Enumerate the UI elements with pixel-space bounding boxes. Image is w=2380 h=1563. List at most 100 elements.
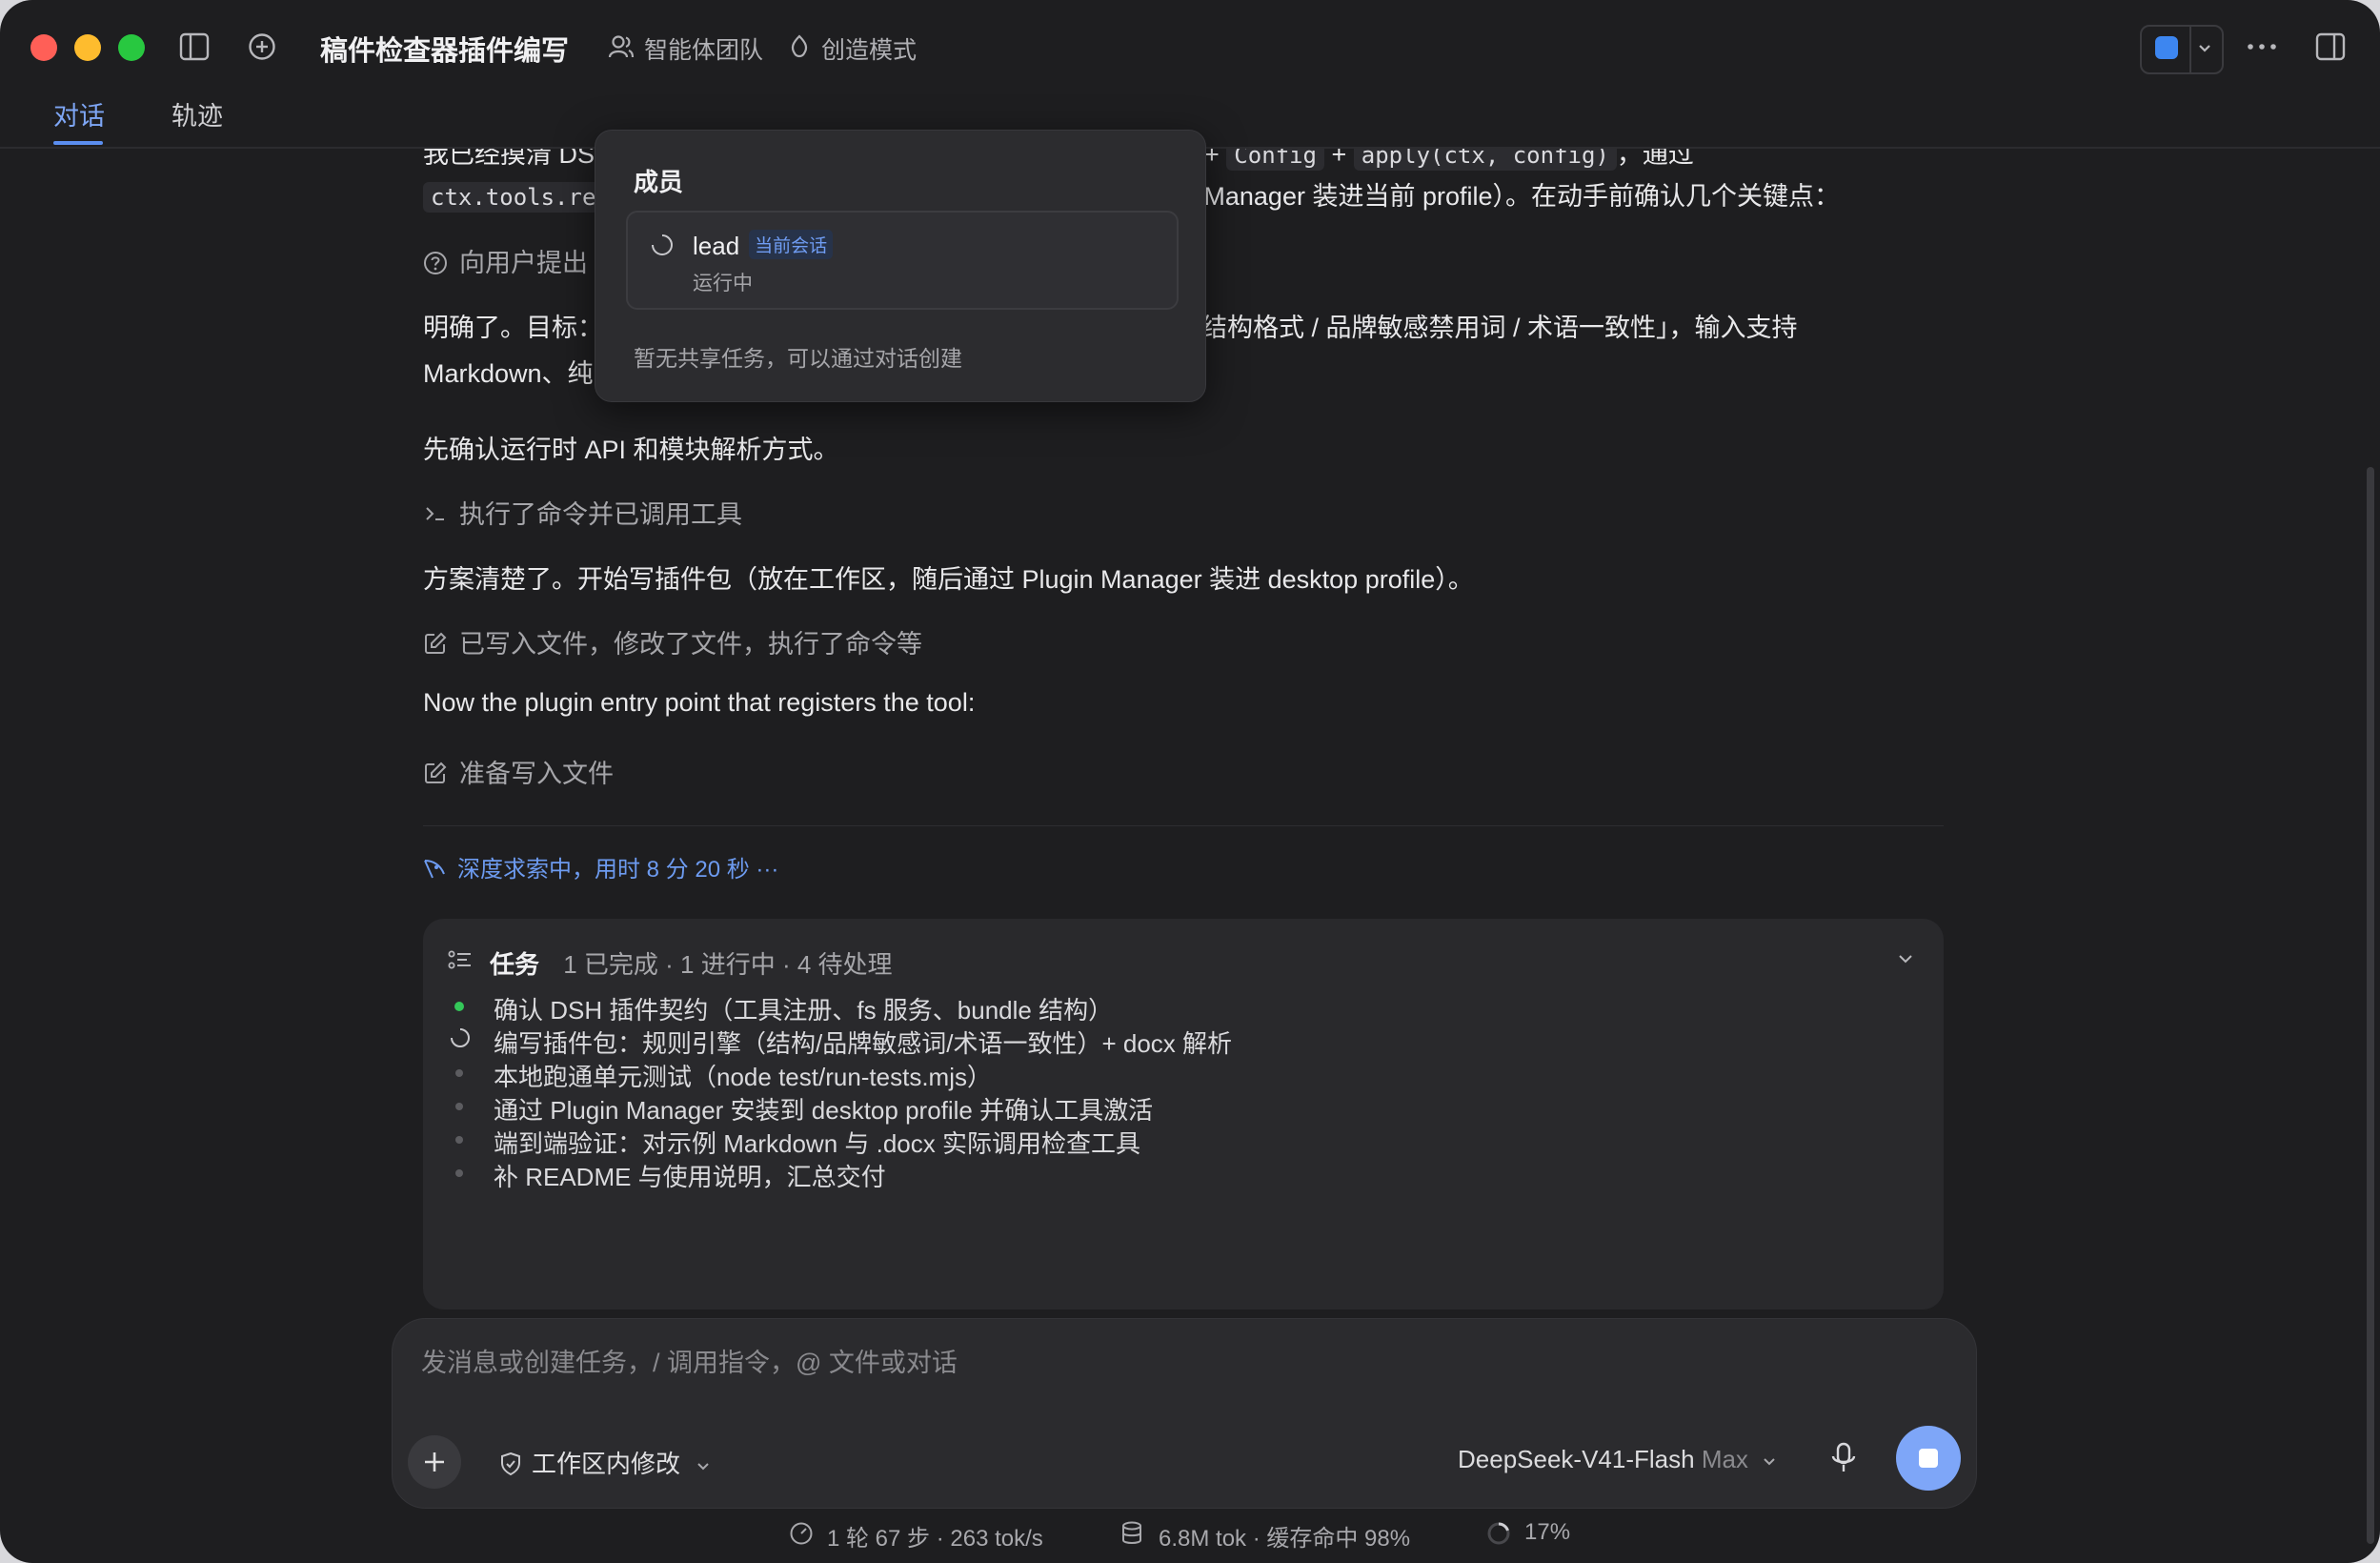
task-pending-dot <box>455 1169 463 1177</box>
edit-file-icon <box>423 761 448 792</box>
right-panel-toggle-icon[interactable] <box>2315 32 2346 66</box>
task-row[interactable]: 编写插件包：规则引擎（结构/品牌敏感词/术语一致性）+ docx 解析 <box>494 1025 1232 1060</box>
task-panel-header[interactable]: 任务 1 已完成 · 1 进行中 · 4 待处理 <box>490 945 893 981</box>
inline-code: Config <box>1226 149 1324 171</box>
terminal-icon <box>423 502 448 532</box>
step-label: 执行了命令并已调用工具 <box>459 500 742 529</box>
attach-button[interactable] <box>408 1435 461 1489</box>
message-text: ，通过 <box>1616 149 1694 169</box>
message-input[interactable] <box>419 1338 1947 1388</box>
conversation-title: 稿件检查器插件编写 <box>320 36 570 67</box>
agent-team-chip[interactable]: 智能体团队 <box>644 31 763 66</box>
speed-text: 263 tok/s <box>950 1526 1043 1552</box>
members-popover: 成员 lead 当前会话 运行中 暂无共享任务，可以通过对话创建 <box>595 130 1206 402</box>
sidebar-toggle-icon[interactable] <box>179 32 210 66</box>
model-level: Max <box>1701 1445 1748 1473</box>
zoom-window-button[interactable] <box>118 34 145 61</box>
deep-search-text: 深度求索中，用时 8 分 20 秒 ··· <box>457 857 779 883</box>
context-usage: 17% <box>1524 1519 1571 1545</box>
member-name-row: lead 当前会话 <box>693 230 834 261</box>
step-label: 已写入文件，修改了文件，执行了命令等 <box>459 630 922 659</box>
task-list-icon <box>448 949 473 977</box>
team-icon <box>608 34 635 64</box>
tokens-text: 6.8M tok <box>1159 1526 1247 1552</box>
microphone-icon[interactable] <box>1829 1441 1858 1480</box>
stop-icon <box>1919 1449 1938 1468</box>
task-pending-dot <box>455 1069 463 1077</box>
task-panel-title: 任务 <box>490 950 540 979</box>
ask-user-step[interactable]: 向用户提出 <box>423 242 588 282</box>
task-row[interactable]: 通过 Plugin Manager 安装到 desktop profile 并确… <box>494 1091 1153 1127</box>
context-progress-icon <box>1486 1521 1511 1553</box>
cache-text: 缓存命中 98% <box>1266 1526 1411 1552</box>
step-count: 1 轮 67 步 · 263 tok/s <box>827 1526 1043 1552</box>
message-text: 我已经摸清 DS <box>423 149 595 169</box>
message-text: 明确了。目标： <box>423 314 603 342</box>
edit-file-icon <box>423 631 448 662</box>
no-shared-tasks-text: 暂无共享任务，可以通过对话创建 <box>634 346 962 371</box>
inline-code: ctx.tools.re <box>423 182 604 213</box>
current-session-badge: 当前会话 <box>749 230 834 259</box>
inline-code: apply(ctx, config) <box>1353 149 1617 171</box>
task-row[interactable]: 补 README 与使用说明，汇总交付 <box>494 1158 886 1193</box>
database-icon <box>1120 1521 1143 1553</box>
shield-icon <box>499 1451 522 1483</box>
more-options-icon[interactable] <box>2245 34 2279 64</box>
task-summary: 1 已完成 · 1 进行中 · 4 待处理 <box>563 950 893 979</box>
create-mode-icon <box>787 34 812 64</box>
divider <box>423 825 1944 826</box>
file-write-step[interactable]: 准备写入文件 <box>423 753 614 792</box>
app-switcher-button[interactable] <box>2140 25 2224 74</box>
create-mode-chip[interactable]: 创造模式 <box>821 31 917 66</box>
deep-search-icon <box>423 857 448 886</box>
member-card-lead[interactable]: lead 当前会话 运行中 <box>626 211 1179 310</box>
task-running-spinner-icon <box>450 1027 471 1053</box>
tab-conversation[interactable]: 对话 <box>53 95 105 132</box>
step-label: 向用户提出 <box>459 249 588 277</box>
active-tab-indicator <box>53 141 103 145</box>
minimize-window-button[interactable] <box>74 34 101 61</box>
chevron-down-icon <box>2195 36 2214 64</box>
task-status-dot <box>454 1153 463 1163</box>
scope-label: 工作区内修改 <box>532 1450 681 1478</box>
speed-gauge-icon <box>789 1521 814 1553</box>
collapse-tasks-icon[interactable] <box>1894 947 1917 975</box>
chevron-down-icon <box>1761 1447 1778 1476</box>
new-chat-icon[interactable] <box>248 32 276 66</box>
model-name: DeepSeek-V41-Flash <box>1458 1445 1695 1473</box>
message-composer: 工作区内修改 DeepSeek-V41-Flash Max <box>392 1318 1977 1509</box>
message-line: 方案清楚了。开始写插件包（放在工作区，随后通过 Plugin Manager 装… <box>423 565 1474 594</box>
token-usage: 6.8M tok · 缓存命中 98% <box>1159 1526 1411 1552</box>
tab-trajectory[interactable]: 轨迹 <box>171 95 223 132</box>
chevron-down-icon <box>695 1451 712 1481</box>
spinner-icon <box>651 233 674 261</box>
task-pending-dot <box>455 1103 463 1110</box>
scope-selector[interactable]: 工作区内修改 <box>499 1445 712 1483</box>
task-done-dot <box>454 1002 464 1011</box>
message-text: Markdown、纯 <box>423 359 594 388</box>
message-text: Manager 装进当前 profile）。在动手前确认几个关键点： <box>1203 182 1840 211</box>
question-icon <box>423 251 448 282</box>
message-line: 先确认运行时 API 和模块解析方式。 <box>423 436 839 464</box>
message-line: Now the plugin entry point that register… <box>423 688 976 717</box>
task-panel: 任务 1 已完成 · 1 进行中 · 4 待处理 确认 DSH 插件契约（工具注… <box>423 919 1944 1309</box>
title-bar: 稿件检查器插件编写 智能体团队 创造模式 <box>0 0 2380 95</box>
close-window-button[interactable] <box>30 34 57 61</box>
scrollbar[interactable] <box>2367 467 2374 1544</box>
popover-title: 成员 <box>634 168 684 196</box>
task-row[interactable]: 确认 DSH 插件契约（工具注册、fs 服务、bundle 结构） <box>494 991 1113 1026</box>
message-line: Markdown、纯 <box>423 353 594 390</box>
plus-icon <box>425 1452 444 1472</box>
model-selector[interactable]: DeepSeek-V41-Flash Max <box>1458 1445 1778 1476</box>
stop-generation-button[interactable] <box>1896 1426 1961 1491</box>
task-pending-dot <box>455 1136 463 1144</box>
tool-call-step[interactable]: 执行了命令并已调用工具 <box>423 494 742 532</box>
file-edit-step[interactable]: 已写入文件，修改了文件，执行了命令等 <box>423 623 922 662</box>
app-window: 稿件检查器插件编写 智能体团队 创造模式 对话 轨迹 我已经摸清 DS + Co… <box>0 0 2380 1563</box>
member-status: 运行中 <box>693 273 753 294</box>
task-row[interactable]: 本地跑通单元测试（node test/run-tests.mjs） <box>494 1058 992 1093</box>
step-label: 准备写入文件 <box>459 760 614 788</box>
steps-text: 1 轮 67 步 <box>827 1526 931 1552</box>
app-logo-icon <box>2155 36 2178 59</box>
task-row[interactable]: 端到端验证：对示例 Markdown 与 .docx 实际调用检查工具 <box>494 1125 1140 1160</box>
